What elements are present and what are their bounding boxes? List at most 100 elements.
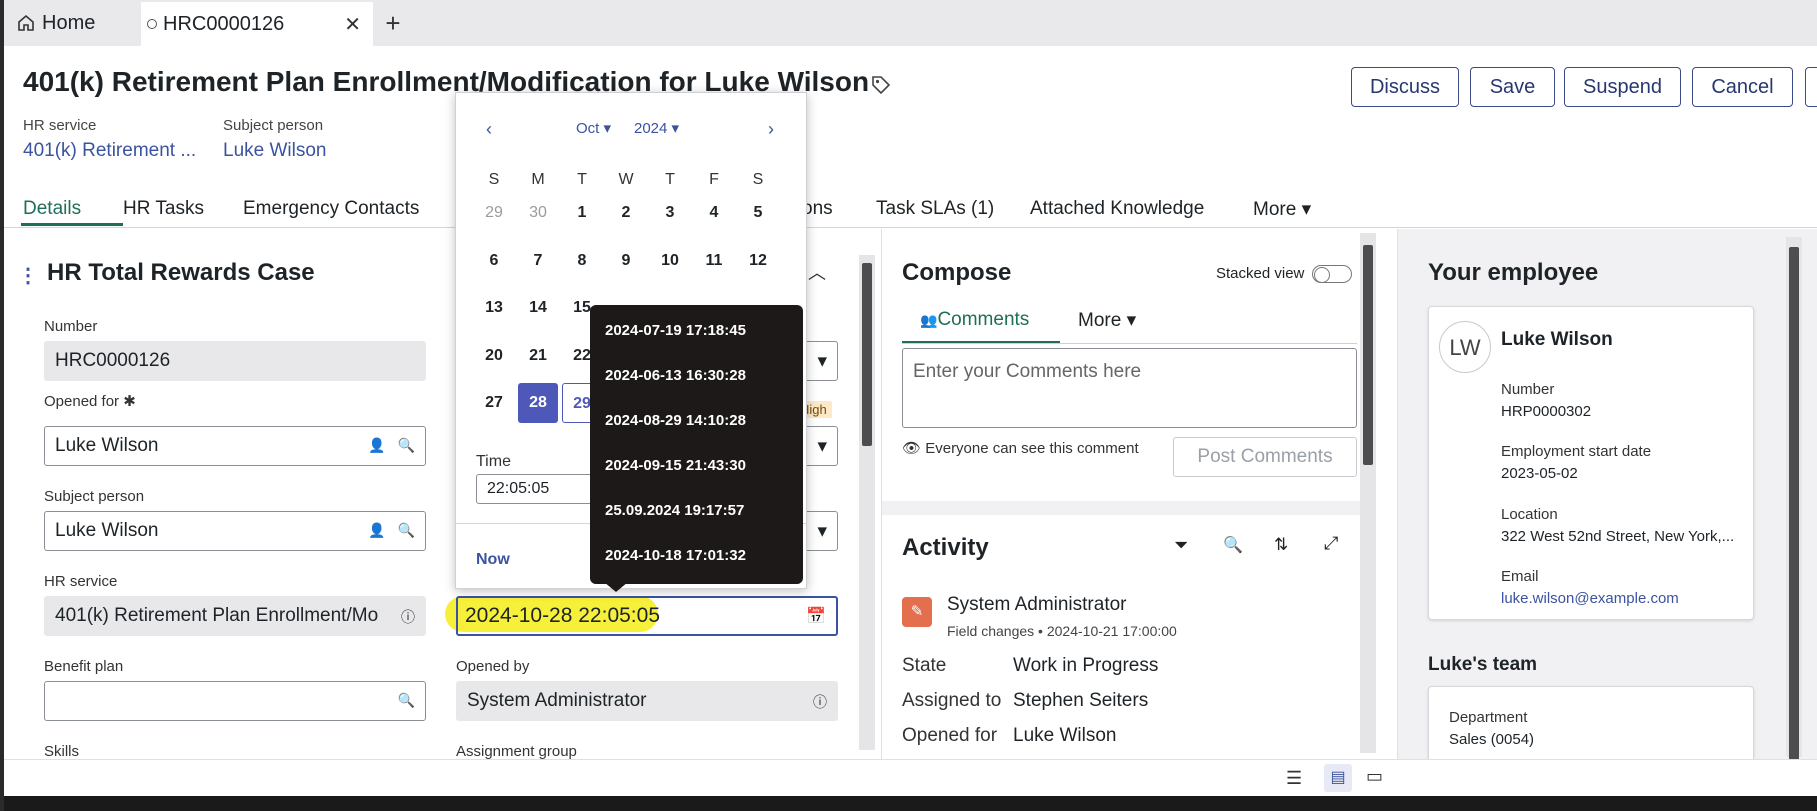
prev-month-icon[interactable]: ‹ [486, 119, 492, 140]
suspend-button[interactable]: Suspend [1564, 67, 1681, 107]
tab-home-label: Home [42, 11, 96, 34]
calendar-day[interactable]: 9 [606, 241, 646, 281]
stacked-view-toggle[interactable] [1312, 265, 1352, 283]
dow: T [577, 171, 587, 188]
tab-more[interactable]: More ▾ [1253, 198, 1311, 221]
history-item[interactable]: 2024-09-15 21:43:30 [605, 457, 746, 474]
skills-label: Skills [44, 743, 80, 759]
calendar-day[interactable]: 12 [738, 241, 778, 281]
next-month-icon[interactable]: › [768, 119, 774, 140]
employee-field-value: 322 West 52nd Street, New York,... [1501, 528, 1735, 545]
subject-person-field[interactable]: Luke Wilson 👤 🔍 [44, 511, 426, 551]
single-view-icon[interactable]: ▭ [1366, 766, 1383, 787]
meta-subject-link[interactable]: Luke Wilson [223, 140, 327, 162]
tab-emergency-contacts[interactable]: Emergency Contacts [243, 198, 419, 220]
month-select[interactable]: Oct ▾ [576, 119, 611, 137]
calendar-day[interactable]: 7 [518, 241, 558, 281]
subject-person-value: Luke Wilson [55, 520, 159, 541]
department-label: Department [1449, 709, 1528, 726]
save-button[interactable]: Save [1470, 67, 1555, 107]
form-scrollbar-thumb[interactable] [862, 263, 872, 446]
tab-home[interactable]: Home [10, 0, 144, 46]
calendar-day[interactable]: 13 [474, 288, 514, 328]
dow: W [618, 171, 634, 188]
calendar-day[interactable]: 27 [474, 383, 514, 423]
form-scrollbar[interactable] [859, 255, 875, 750]
opened-for-field[interactable]: Luke Wilson 👤 🔍 [44, 426, 426, 466]
calendar-day[interactable]: 20 [474, 336, 514, 376]
history-item[interactable]: 25.09.2024 19:17:57 [605, 502, 744, 519]
info-icon[interactable]: ⓘ [401, 607, 415, 627]
person-icon[interactable]: 👤 [368, 437, 385, 454]
month-value: Oct [576, 120, 600, 137]
calendar-day[interactable]: 2 [606, 193, 646, 233]
tab-hr-tasks[interactable]: HR Tasks [123, 198, 204, 220]
calendar-clock-icon[interactable]: 📅 [806, 606, 826, 626]
employee-email-link[interactable]: luke.wilson@example.com [1501, 590, 1679, 607]
now-button[interactable]: Now [476, 551, 510, 569]
employee-field-value: HRP0000302 [1501, 403, 1592, 420]
post-comments-button[interactable]: Post Comments [1173, 437, 1357, 477]
add-tab-icon[interactable]: + [378, 0, 408, 46]
section-menu-icon[interactable]: ⋮ [18, 263, 38, 288]
calendar-day[interactable]: 6 [474, 241, 514, 281]
tag-icon[interactable] [870, 74, 892, 96]
calendar-day[interactable]: 28 [518, 383, 558, 423]
search-icon[interactable]: 🔍 [398, 437, 415, 454]
benefit-plan-field[interactable]: 🔍 [44, 681, 426, 721]
history-item[interactable]: 2024-06-13 16:30:28 [605, 367, 746, 384]
department-value: Sales (0054) [1449, 731, 1535, 748]
tab-case[interactable]: HRC0000126 ✕ [141, 2, 373, 46]
comments-textarea[interactable]: Enter your Comments here [902, 348, 1357, 428]
tab-compose-more[interactable]: More ▾ [1078, 309, 1136, 332]
filter-icon[interactable]: ⏷ [1174, 535, 1188, 556]
close-icon[interactable]: ✕ [344, 12, 361, 37]
calendar-day[interactable]: 10 [650, 241, 690, 281]
calendar-day[interactable]: 21 [518, 336, 558, 376]
calendar-day[interactable]: 3 [650, 193, 690, 233]
calendar-day[interactable]: 29 [474, 193, 514, 233]
tab-comments[interactable]: 👥Comments [902, 309, 1060, 343]
compose-scrollbar-thumb[interactable] [1363, 245, 1373, 465]
split-view-icon[interactable]: ▤ [1324, 764, 1352, 792]
employee-field-label: Employment start date [1501, 443, 1652, 460]
history-item[interactable]: 2024-07-19 17:18:45 [605, 322, 746, 339]
person-icon[interactable]: 👤 [368, 522, 385, 539]
toggle-knob [1314, 267, 1330, 283]
sort-icon[interactable]: ⇅ [1274, 535, 1288, 555]
employee-scrollbar-thumb[interactable] [1789, 247, 1799, 767]
calendar-day[interactable]: 4 [694, 193, 734, 233]
calendar-day[interactable]: 1 [562, 193, 602, 233]
list-view-icon[interactable]: ☰ [1286, 768, 1302, 789]
tab-attached-knowledge[interactable]: Attached Knowledge [1030, 198, 1204, 220]
pencil-icon: ✎ [902, 597, 932, 627]
tab-details[interactable]: Details [23, 198, 81, 220]
caret-down-icon: ▾ [817, 520, 827, 542]
time-label: Time [476, 453, 511, 470]
meta-hr-service-link[interactable]: 401(k) Retirement ... [23, 140, 196, 162]
avatar: LW [1439, 321, 1491, 373]
year-select[interactable]: 2024 ▾ [634, 119, 679, 137]
employee-scrollbar[interactable] [1786, 237, 1802, 767]
calendar-day[interactable]: 14 [518, 288, 558, 328]
calendar-day[interactable]: 11 [694, 241, 734, 281]
hr-service-field: 401(k) Retirement Plan Enrollment/Mo ⓘ [44, 596, 426, 636]
search-icon[interactable]: 🔍 [398, 692, 415, 709]
tab-task-slas[interactable]: Task SLAs (1) [876, 198, 994, 220]
calendar-day[interactable]: 8 [562, 241, 602, 281]
search-icon[interactable]: 🔍 [398, 522, 415, 539]
number-field: HRC0000126 [44, 341, 426, 381]
history-item[interactable]: 2024-10-18 17:01:32 [605, 547, 746, 564]
more-actions-button[interactable]: ‹ [1805, 67, 1817, 107]
collapse-icon[interactable]: ︿ [808, 259, 826, 285]
expand-icon[interactable]: ⤢ [1324, 533, 1338, 554]
discuss-button[interactable]: Discuss [1351, 67, 1459, 107]
calendar-day[interactable]: 5 [738, 193, 778, 233]
info-icon[interactable]: ⓘ [813, 692, 827, 712]
history-item[interactable]: 2024-08-29 14:10:28 [605, 412, 746, 429]
calendar-day[interactable]: 30 [518, 193, 558, 233]
window-edge [0, 0, 4, 811]
cancel-button[interactable]: Cancel [1692, 67, 1793, 107]
compose-scrollbar[interactable] [1360, 233, 1376, 753]
search-icon[interactable]: 🔍 [1223, 535, 1243, 555]
